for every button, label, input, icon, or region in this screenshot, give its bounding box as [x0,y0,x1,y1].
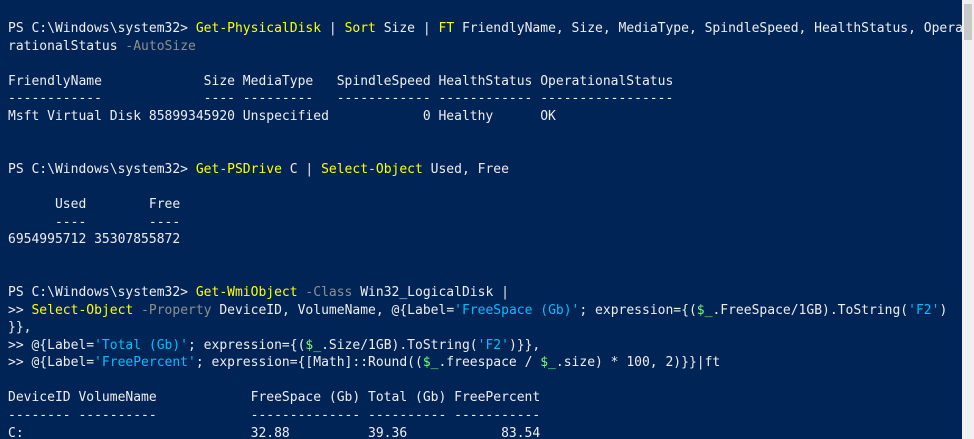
console-text-var: $_ [696,302,713,318]
console-line: FriendlyName Size MediaType SpindleSpeed… [8,73,962,91]
console-text-txt: 6954995712 35307855872 [8,232,181,248]
console-text-cmd: Select-Object [321,161,423,177]
console-text-txt: ; expression={[Math]::Round(( [195,355,423,371]
console-line: Used Free [8,196,962,214]
console-text-txt: }}, [8,320,32,336]
console-line: >> @{Label='FreePercent'; expression={[M… [8,354,962,372]
console-text-txt: >> @{Label= [8,337,95,353]
console-text-txt: rationalStatus [8,38,126,54]
console-text-par: -Property [141,302,212,318]
console-text-str: 'Total (Gb)' [94,337,189,353]
console-text-cmd: Sort [344,21,376,36]
console-line: C: 32.88 39.36 83.54 [8,425,962,439]
console-text-cmd: FT [438,21,455,36]
console-text-txt: FriendlyName Size MediaType SpindleSpeed… [8,73,674,89]
console-text-str: 'FreeSpace (Gb)' [454,302,580,318]
console-text-str: 'FreePercent' [94,355,196,371]
console-line: >> Select-Object -Property DeviceID, Vol… [8,302,962,320]
console-text-txt: PS C:\Windows\system32> [8,21,196,36]
console-text-txt: ; expression={( [579,302,697,318]
console-text-txt: PS C:\Windows\system32> [8,161,196,177]
console-text-txt: .size) * 100, 2)}}|ft [555,355,721,371]
console-text-cmd: Get-WmiObject [195,284,298,300]
console-text-txt: Used, Free [422,161,509,177]
console-text-txt: PS C:\Windows\system32> [8,284,196,300]
console-line: ------------ ---- --------- ------------… [8,90,962,108]
console-text-txt: | [321,21,345,36]
console-text-txt: ; expression={( [188,337,306,353]
console-text-var: $_ [540,355,556,371]
console-text-txt: Used Free [8,196,181,212]
console-text-par: -Class [305,284,353,300]
vertical-scrollbar[interactable] [962,0,974,439]
console-text-txt: Size | [375,21,439,36]
console-line: >> @{Label='Total (Gb)'; expression={($_… [8,337,962,355]
console-text-txt: ---- ---- [8,214,181,230]
console-line: rationalStatus -AutoSize [8,38,962,56]
console-text-str: 'F2' [908,302,940,318]
console-text-txt: ) [939,302,948,318]
console-text-cmd: Get-PSDrive [195,161,282,177]
console-text-txt: .FreeSpace/1GB).ToString( [712,302,909,318]
console-text-str: 'F2' [477,337,509,353]
scrollbar-thumb[interactable] [964,4,972,40]
console-text-cmd: Select-Object [31,302,134,318]
console-line: }}, [8,319,962,337]
console-text-par: -AutoSize [125,38,196,54]
console-text-txt: .Size/1GB).ToString( [321,337,478,353]
console-line: -------- ---------- -------------- -----… [8,407,962,425]
console-line: Msft Virtual Disk 85899345920 Unspecifie… [8,108,962,126]
console-text-txt: DeviceID VolumeName FreeSpace (Gb) Total… [8,390,541,406]
console-line: ---- ---- [8,214,962,232]
console-text-txt [133,303,141,318]
console-line: DeviceID VolumeName FreeSpace (Gb) Total… [8,389,962,407]
console-text-txt: DeviceID, VolumeName, @{Label= [211,302,455,318]
console-text-var: $_ [305,337,322,353]
console-text-txt: Msft Virtual Disk 85899345920 Unspecifie… [8,108,556,124]
console-text-txt: C: 32.88 39.36 83.54 [8,425,541,439]
console-text-txt: >> [8,302,32,318]
console-line: 6954995712 35307855872 [8,231,962,249]
console-text-txt: >> @{Label= [8,355,95,371]
console-text-txt: C | [281,161,322,177]
console-text-txt: FriendlyName, Size, MediaType, SpindleSp… [454,21,962,36]
console-text-cmd: Get-PhysicalDisk [195,21,322,36]
console-text-txt: -------- ---------- -------------- -----… [8,408,541,424]
console-line: PS C:\Windows\system32> Get-PSDrive C | … [8,161,962,179]
console-text-txt: )}}, [508,337,541,353]
console-line: PS C:\Windows\system32> Get-WmiObject -C… [8,284,962,302]
console-text-var: $_ [422,355,439,371]
console-text-txt: .freespace / [438,355,541,371]
console-line: PS C:\Windows\system32> Get-PhysicalDisk… [8,20,962,38]
console-text-txt: Win32_LogicalDisk | [352,284,509,300]
console-text-txt: ------------ ---- --------- ------------… [8,91,674,107]
powershell-console[interactable]: PS C:\Windows\system32> Get-PhysicalDisk… [0,0,962,439]
